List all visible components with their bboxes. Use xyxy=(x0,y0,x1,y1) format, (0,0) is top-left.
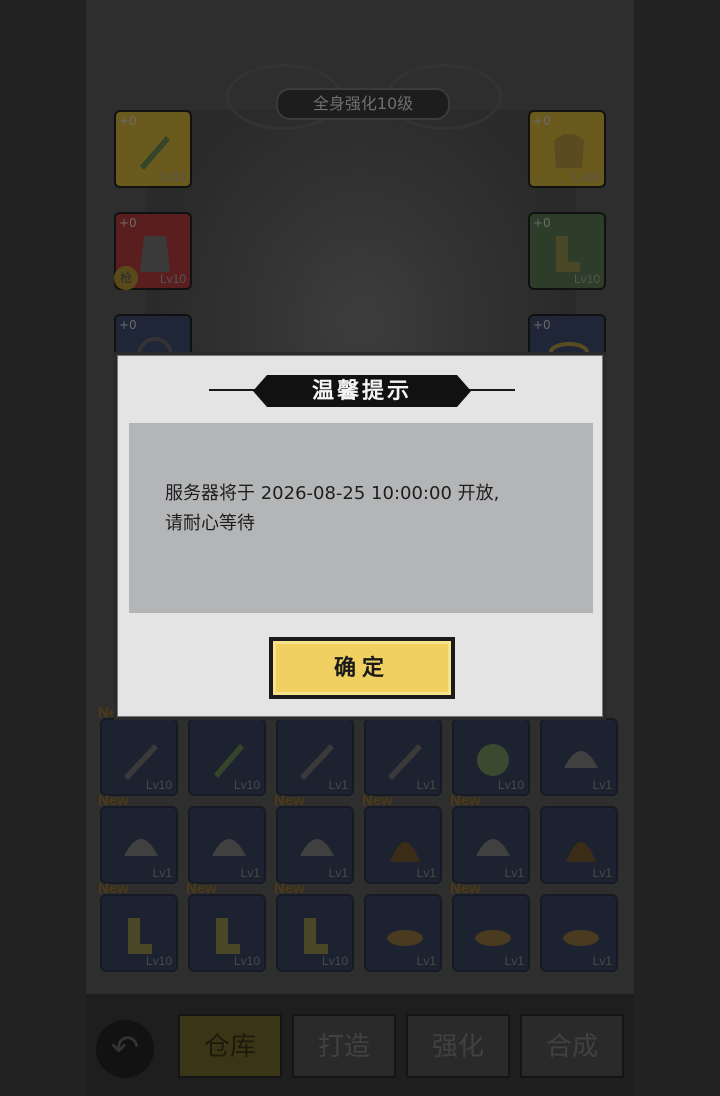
message-line-1: 服务器将于 2026-08-25 10:00:00 开放, xyxy=(165,483,500,504)
message-panel: 服务器将于 2026-08-25 10:00:00 开放, 请耐心等待 xyxy=(129,423,593,613)
message-line-2: 请耐心等待 xyxy=(165,513,255,534)
title-cap-left xyxy=(253,375,267,407)
confirm-button[interactable]: 确定 xyxy=(269,637,455,699)
message-text: 服务器将于 2026-08-25 10:00:00 开放, 请耐心等待 xyxy=(165,479,585,539)
dialog-title: 温馨提示 xyxy=(267,375,457,407)
notice-dialog: 温馨提示 服务器将于 2026-08-25 10:00:00 开放, 请耐心等待… xyxy=(114,352,606,720)
title-cap-right xyxy=(457,375,471,407)
